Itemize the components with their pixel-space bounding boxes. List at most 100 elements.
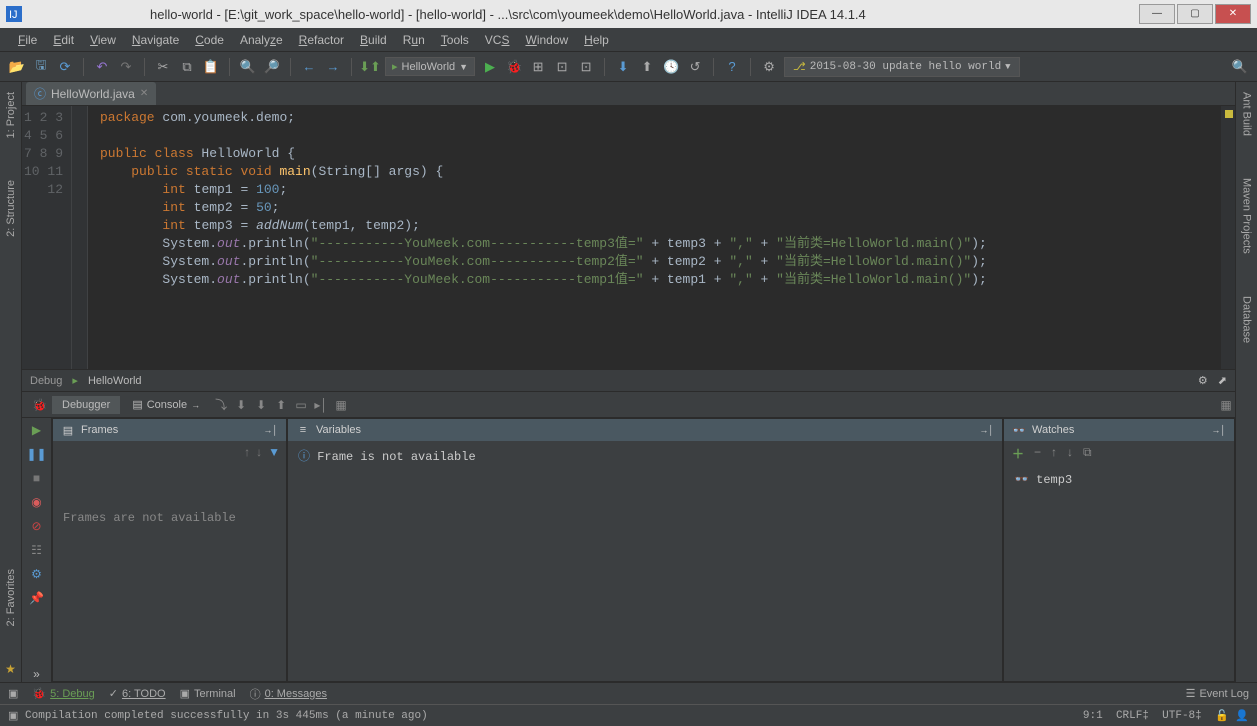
gear-icon[interactable]: ⚙ (1198, 374, 1208, 387)
menu-view[interactable]: View (82, 33, 124, 47)
close-tab-icon[interactable]: ✕ (140, 88, 148, 99)
step-into-icon[interactable]: ⬇ (232, 396, 250, 414)
replace-icon[interactable]: 🔎 (263, 58, 281, 76)
copy-watch-icon[interactable]: ⧉ (1083, 445, 1092, 462)
menu-help[interactable]: Help (576, 33, 617, 47)
hide-icon[interactable]: ⬈ (1218, 374, 1227, 387)
vcs-branch-selector[interactable]: ⎇ 2015-08-30 update hello world ▼ (784, 57, 1020, 77)
code-editor[interactable]: 1 2 3 4 5 6 7 8 9 10 11 12 package com.y… (22, 106, 1235, 369)
cursor-position[interactable]: 9:1 (1083, 710, 1103, 722)
run-to-cursor-icon[interactable]: ▸│ (312, 396, 330, 414)
watch-item[interactable]: temp3 (1036, 473, 1072, 487)
make-icon[interactable]: ⬇⬆ (361, 58, 379, 76)
redo-icon[interactable]: ↷ (117, 58, 135, 76)
terminal-tool-tab[interactable]: ▣ Terminal (180, 687, 236, 700)
menu-tools[interactable]: Tools (433, 33, 477, 47)
menu-edit[interactable]: Edit (45, 33, 82, 47)
step-out-icon[interactable]: ⬆ (272, 396, 290, 414)
view-breakpoints-icon[interactable]: ◉ (29, 494, 45, 510)
maximize-button[interactable]: ▢ (1177, 4, 1213, 24)
next-frame-icon[interactable]: ↓ (256, 445, 262, 459)
todo-tool-tab[interactable]: ✓ 6: TODO (109, 687, 166, 700)
down-icon[interactable]: ↓ (1067, 445, 1073, 462)
menu-code[interactable]: Code (187, 33, 232, 47)
maven-tool-tab[interactable]: Maven Projects (1241, 172, 1253, 260)
pause-icon[interactable]: ❚❚ (29, 446, 45, 462)
menu-vcs[interactable]: VCS (477, 33, 518, 47)
collapse-icon[interactable]: →│ (263, 425, 278, 435)
stop-icon[interactable]: ⊡ (553, 58, 571, 76)
dump-icon[interactable]: ☷ (29, 542, 45, 558)
open-icon[interactable]: 📂 (8, 58, 26, 76)
messages-tool-tab[interactable]: ⓘ 0: Messages (250, 686, 327, 702)
editor-tab[interactable]: ⓒ HelloWorld.java ✕ (26, 82, 156, 105)
menu-refactor[interactable]: Refactor (291, 33, 352, 47)
error-stripe[interactable] (1221, 106, 1235, 369)
paste-icon[interactable]: 📋 (202, 58, 220, 76)
main-toolbar: 📂 🖫 ⟳ ↶ ↷ ✂ ⧉ 📋 🔍 🔎 ← → ⬇⬆ ▸ HelloWorld … (0, 52, 1257, 82)
drop-frame-icon[interactable]: ▭ (292, 396, 310, 414)
stop-icon[interactable]: ■ (29, 470, 45, 486)
debugger-tab[interactable]: Debugger (52, 396, 120, 414)
cut-icon[interactable]: ✂ (154, 58, 172, 76)
debug-icon[interactable]: 🐞 (505, 58, 523, 76)
run-icon[interactable]: ▶ (481, 58, 499, 76)
warning-mark-icon[interactable] (1225, 110, 1233, 118)
menu-run[interactable]: Run (395, 33, 433, 47)
vcs-history-icon[interactable]: 🕓 (662, 58, 680, 76)
add-watch-icon[interactable]: ＋ (1012, 445, 1024, 462)
filter-icon[interactable]: ▼ (268, 445, 280, 459)
prev-frame-icon[interactable]: ↑ (244, 445, 250, 459)
evaluate-icon[interactable]: ▦ (332, 396, 350, 414)
settings-icon[interactable]: ⚙ (760, 58, 778, 76)
close-button[interactable]: ✕ (1215, 4, 1251, 24)
event-log-tab[interactable]: ☰ Event Log (1186, 687, 1249, 700)
mute-breakpoints-icon[interactable]: ⊘ (29, 518, 45, 534)
remove-watch-icon[interactable]: − (1034, 445, 1041, 462)
forward-icon[interactable]: → (324, 58, 342, 76)
vcs-commit-icon[interactable]: ⬆ (638, 58, 656, 76)
inspector-icon[interactable]: 👤 (1235, 709, 1249, 723)
minimize-button[interactable]: — (1139, 4, 1175, 24)
structure-tool-tab[interactable]: 2: Structure (5, 174, 17, 243)
sync-icon[interactable]: ⟳ (56, 58, 74, 76)
line-separator[interactable]: CRLF‡ (1116, 710, 1149, 722)
menu-analyze[interactable]: Analyze (232, 33, 291, 47)
console-tab[interactable]: ▤ Console → (122, 395, 210, 414)
more-icon[interactable]: » (29, 666, 45, 682)
save-icon[interactable]: 🖫 (32, 58, 50, 76)
settings-icon[interactable]: ⚙ (29, 566, 45, 582)
coverage-icon[interactable]: ⊞ (529, 58, 547, 76)
debug-tool-tab[interactable]: 🐞 5: Debug (32, 687, 94, 700)
run-config-selector[interactable]: ▸ HelloWorld ▼ (385, 57, 475, 76)
encoding[interactable]: UTF-8‡ (1162, 710, 1202, 722)
database-tool-tab[interactable]: Database (1241, 290, 1253, 349)
copy-icon[interactable]: ⧉ (178, 58, 196, 76)
window-icon[interactable]: ▣ (8, 687, 18, 700)
search-everywhere-icon[interactable]: 🔍 (1231, 58, 1249, 76)
vcs-revert-icon[interactable]: ↺ (686, 58, 704, 76)
menu-build[interactable]: Build (352, 33, 395, 47)
menu-file[interactable]: File (10, 33, 45, 47)
collapse-icon[interactable]: →│ (1211, 425, 1226, 435)
code-content[interactable]: package com.youmeek.demo; public class H… (88, 106, 1235, 369)
lock-icon[interactable]: 🔓 (1215, 709, 1229, 723)
menu-window[interactable]: Window (517, 33, 576, 47)
collapse-icon[interactable]: →│ (979, 425, 994, 435)
back-icon[interactable]: ← (300, 58, 318, 76)
menu-navigate[interactable]: Navigate (124, 33, 187, 47)
force-step-into-icon[interactable]: ⬇ (252, 396, 270, 414)
rerun-icon[interactable]: ▶ (29, 422, 45, 438)
favorites-tool-tab[interactable]: 2: Favorites (5, 563, 17, 632)
step-over-icon[interactable]: ⤵ (212, 396, 230, 414)
find-icon[interactable]: 🔍 (239, 58, 257, 76)
undo-icon[interactable]: ↶ (93, 58, 111, 76)
vcs-update-icon[interactable]: ⬇ (614, 58, 632, 76)
help-icon[interactable]: ? (723, 58, 741, 76)
project-tool-tab[interactable]: 1: Project (5, 86, 17, 144)
up-icon[interactable]: ↑ (1051, 445, 1057, 462)
ant-build-tool-tab[interactable]: Ant Build (1241, 86, 1253, 142)
attach-icon[interactable]: ⊡ (577, 58, 595, 76)
pin-icon[interactable]: 📌 (29, 590, 45, 606)
layout-icon[interactable]: ▦ (1217, 396, 1235, 414)
